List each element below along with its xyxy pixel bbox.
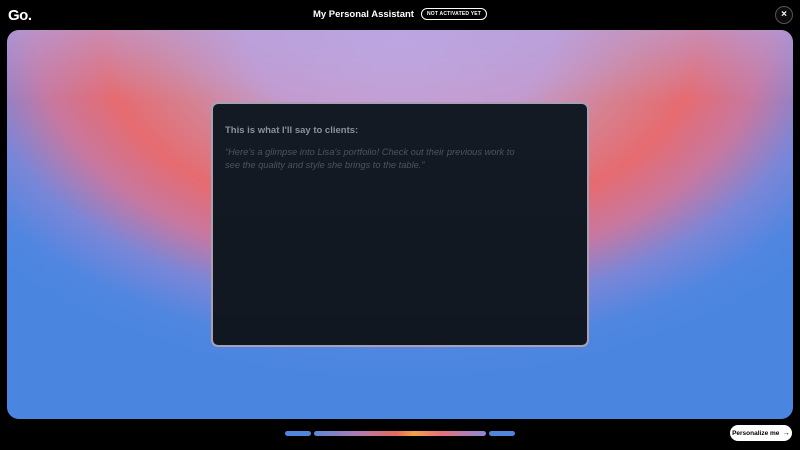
close-button[interactable]: × <box>775 6 793 24</box>
close-icon: × <box>781 9 787 20</box>
title-group: My Personal Assistant NOT ACTIVATED YET <box>0 8 800 20</box>
progress-segment-2[interactable] <box>314 431 486 436</box>
status-badge: NOT ACTIVATED YET <box>420 8 488 20</box>
progress-segment-1[interactable] <box>285 431 311 436</box>
card-heading: This is what I'll say to clients: <box>225 125 359 136</box>
card-quote: “Here’s a glimpse into Lisa’s portfolio!… <box>225 147 515 170</box>
top-bar: Go. My Personal Assistant NOT ACTIVATED … <box>0 0 800 30</box>
personalize-button[interactable]: Personalize me → <box>730 425 792 441</box>
step-progress <box>285 431 515 436</box>
progress-segment-3[interactable] <box>489 431 515 436</box>
personalize-button-label: Personalize me <box>732 429 780 437</box>
page-title: My Personal Assistant <box>312 8 414 20</box>
arrow-right-icon: → <box>782 428 790 438</box>
gradient-stage: This is what I'll say to clients: “Here’… <box>7 30 793 419</box>
message-card: This is what I'll say to clients: “Here’… <box>211 102 589 347</box>
app-page: Go. My Personal Assistant NOT ACTIVATED … <box>0 0 800 450</box>
